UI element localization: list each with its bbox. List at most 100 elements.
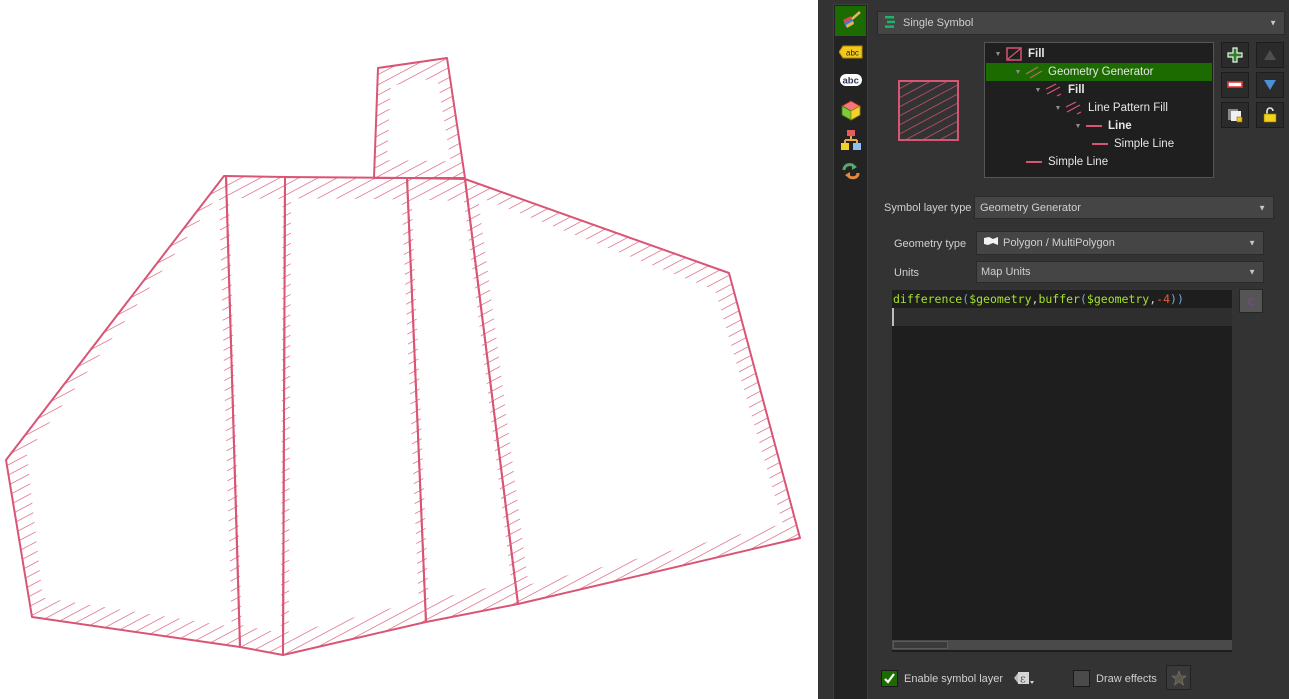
chevron-down-icon: ▼: [1248, 267, 1256, 277]
expression-editor[interactable]: difference($geometry,buffer($geometry,-4…: [892, 290, 1232, 652]
expression-token: $geometry: [969, 292, 1032, 306]
scrollbar-thumb[interactable]: [893, 641, 948, 649]
diagrams-tab[interactable]: [835, 125, 866, 155]
expression-token: difference: [893, 292, 963, 306]
symbol-layer-type-label: Symbol layer type: [884, 202, 972, 214]
symbol-tree-label: Fill: [1028, 48, 1045, 60]
expand-toggle-icon[interactable]: ▼: [1072, 123, 1084, 130]
fill-icon: [1004, 47, 1024, 61]
symbol-tree-label: Simple Line: [1048, 156, 1109, 168]
remove-layer-button[interactable]: [1221, 72, 1249, 98]
symbology-tab[interactable]: [835, 6, 866, 36]
renderer-combo[interactable]: Single Symbol ▼: [877, 11, 1285, 35]
lock-layer-button[interactable]: [1256, 102, 1284, 128]
symbol-tree-label: Fill: [1068, 84, 1085, 96]
star-icon: [1170, 669, 1187, 686]
expression-token: (: [1079, 292, 1087, 306]
layer-styling-panel: abc abc Single Symbol ▼ ▼ Fill ▼ Geometr…: [818, 0, 1289, 699]
labels-tab[interactable]: abc: [835, 37, 866, 67]
single-symbol-icon: [884, 15, 896, 32]
enable-symbol-layer-label: Enable symbol layer: [904, 673, 1004, 685]
symbol-tree-row[interactable]: ▼ Fill: [986, 81, 1212, 99]
geometry-type-value: Polygon / MultiPolygon: [1003, 237, 1115, 249]
polygon-center-hatch: [283, 177, 426, 655]
svg-text:abc: abc: [842, 76, 858, 87]
chevron-down-icon: ▼: [1269, 18, 1277, 28]
fill-hatch-icon: [1044, 83, 1064, 97]
effects-settings-button[interactable]: [1166, 665, 1191, 690]
duplicate-icon: [1228, 109, 1243, 123]
units-value: Map Units: [981, 266, 1031, 278]
symbol-layer-tree[interactable]: ▼ Fill ▼ Geometry Generator ▼ Fill ▼ Line Patte…: [984, 42, 1214, 178]
expression-line: difference($geometry,buffer($geometry,-4…: [893, 291, 1232, 308]
cube-icon: [840, 100, 861, 121]
units-label: Units: [894, 267, 920, 279]
symbol-tree-label: Geometry Generator: [1048, 66, 1154, 78]
polygon-west-outline[interactable]: [5, 175, 241, 648]
simple-line-icon: [1090, 137, 1110, 151]
3d-view-tab[interactable]: [835, 95, 866, 125]
checkmark-icon: [884, 673, 895, 684]
data-defined-override-button[interactable]: ε: [1010, 669, 1036, 687]
move-down-button[interactable]: [1256, 72, 1284, 98]
move-down-icon: [1264, 80, 1276, 90]
expand-toggle-icon[interactable]: ▼: [1032, 87, 1044, 94]
symbol-tree-row[interactable]: ▼ Line: [986, 117, 1212, 135]
draw-effects-checkbox[interactable]: [1073, 670, 1090, 687]
mask-abc-icon: abc: [839, 74, 862, 87]
symbol-tree-row[interactable]: Simple Line: [986, 135, 1212, 153]
epsilon-icon: ε: [1247, 293, 1255, 309]
geometry-type-label: Geometry type: [894, 238, 967, 250]
history-tab[interactable]: [835, 155, 866, 185]
expression-builder-button[interactable]: ε: [1239, 289, 1263, 313]
label-abc-icon: abc: [838, 45, 862, 59]
chevron-down-icon: ▼: [1248, 238, 1256, 248]
add-layer-button[interactable]: [1221, 42, 1249, 68]
polygon-icon: [983, 236, 999, 250]
symbol-layer-type-combo[interactable]: Geometry Generator ▼: [974, 196, 1274, 219]
move-up-icon: [1264, 50, 1276, 60]
chevron-down-icon: ▼: [1258, 203, 1266, 212]
expression-horizontal-scrollbar[interactable]: [892, 640, 1232, 650]
expand-toggle-icon[interactable]: ▼: [992, 51, 1004, 58]
simple-line-icon: [1024, 155, 1044, 169]
polygon-tower-hatch: [374, 58, 465, 178]
renderer-value: Single Symbol: [903, 17, 974, 29]
units-combo[interactable]: Map Units ▼: [976, 261, 1264, 283]
add-layer-icon: [1227, 47, 1243, 63]
move-up-button[interactable]: [1256, 42, 1284, 68]
symbol-tree-label: Line: [1108, 120, 1132, 132]
symbol-tree-label: Line Pattern Fill: [1088, 102, 1168, 114]
expression-token: $geometry: [1086, 292, 1150, 306]
svg-text:ε: ε: [1020, 673, 1026, 686]
enable-symbol-layer-checkbox[interactable]: [881, 670, 898, 687]
geometry-type-combo[interactable]: Polygon / MultiPolygon ▼: [976, 231, 1264, 255]
symbol-tree-row[interactable]: Simple Line: [986, 153, 1212, 171]
duplicate-layer-button[interactable]: [1221, 102, 1249, 128]
symbol-layer-type-value: Geometry Generator: [980, 201, 1081, 214]
symbol-tree-row[interactable]: ▼ Fill: [986, 45, 1212, 63]
styling-toolstrip: abc abc: [833, 4, 868, 699]
expand-toggle-icon[interactable]: ▼: [1052, 105, 1064, 112]
symbol-tree-row[interactable]: ▼ Line Pattern Fill: [986, 99, 1212, 117]
map-svg: [5, 57, 801, 656]
expression-token: buffer: [1038, 292, 1080, 306]
map-canvas[interactable]: [0, 0, 818, 699]
line-icon: [1084, 119, 1104, 133]
svg-text:abc: abc: [846, 49, 859, 58]
symbol-tree-row[interactable]: ▼ Geometry Generator: [986, 63, 1212, 81]
expression-token: -4: [1156, 292, 1171, 306]
symbol-tree-label: Simple Line: [1114, 138, 1175, 150]
current-line-cursor: [892, 308, 1232, 326]
line-pattern-fill-icon: [1064, 101, 1084, 115]
geometry-generator-icon: [1024, 65, 1044, 79]
expand-toggle-icon[interactable]: ▼: [1012, 69, 1024, 76]
masks-tab[interactable]: abc: [835, 65, 866, 95]
polygon-west-hatch: [6, 176, 240, 647]
lock-open-icon: [1263, 107, 1277, 123]
draw-effects-label: Draw effects: [1096, 673, 1157, 685]
symbol-preview: [898, 80, 959, 141]
undo-redo-icon: [842, 163, 859, 180]
polygon-east-hatch: [465, 179, 800, 604]
remove-layer-icon: [1227, 81, 1243, 88]
